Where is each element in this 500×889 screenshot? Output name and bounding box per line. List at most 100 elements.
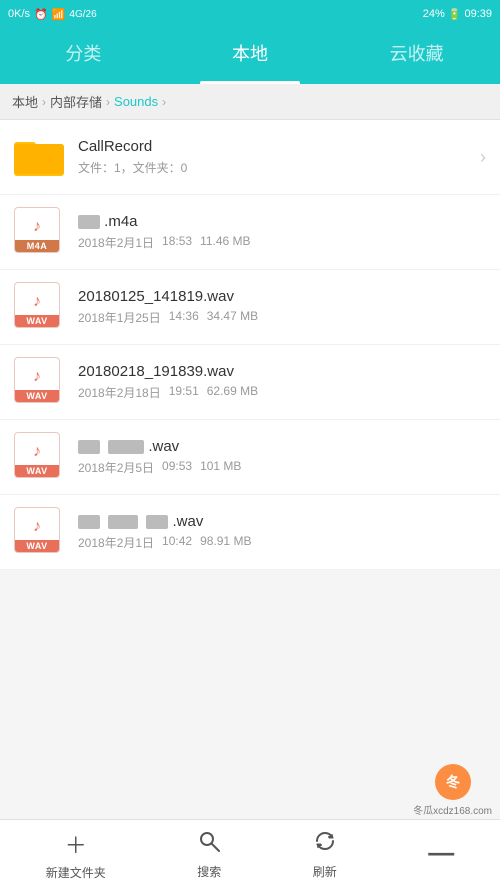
file-meta: 2018年2月5日 09:53 101 MB xyxy=(78,459,486,476)
file-time: 09:53 xyxy=(162,459,192,476)
music-note-icon: ♪ xyxy=(33,294,41,310)
file-date: 2018年2月5日 xyxy=(78,459,154,476)
new-folder-label: 新建文件夹 xyxy=(46,864,106,881)
delete-button[interactable]: — xyxy=(428,837,454,872)
audio-file-icon: ♪ WAV xyxy=(14,432,64,482)
audio-file-icon: ♪ WAV xyxy=(14,282,64,332)
tab-bendi-label: 本地 xyxy=(232,40,268,66)
file-extension: .m4a xyxy=(104,213,137,230)
file-meta: 2018年2月1日 18:53 11.46 MB xyxy=(78,234,486,251)
bottom-nav: ＋ 新建文件夹 搜索 刷新 — xyxy=(0,819,500,889)
search-label: 搜索 xyxy=(197,863,221,880)
file-time: 10:42 xyxy=(162,534,192,551)
list-item[interactable]: ♪ WAV .wav 2018年2月1日 10:42 98.91 MB xyxy=(0,495,500,570)
plus-icon: ＋ xyxy=(65,828,87,860)
svg-text:冬: 冬 xyxy=(446,774,460,790)
file-meta: 2018年1月25日 14:36 34.47 MB xyxy=(78,309,486,326)
file-size: 101 MB xyxy=(200,459,241,476)
list-item[interactable]: CallRecord 文件：1，文件夹：0 › xyxy=(0,120,500,195)
blurred-name-1 xyxy=(78,515,100,529)
status-battery: 24% xyxy=(423,8,445,20)
file-size: 98.91 MB xyxy=(200,534,251,551)
status-right: 24% 🔋 09:39 xyxy=(423,8,492,21)
blurred-name-3 xyxy=(146,515,168,529)
ext-label: M4A xyxy=(15,240,59,252)
blurred-name-2 xyxy=(108,515,138,529)
blurred-name-1 xyxy=(78,440,100,454)
file-name: CallRecord xyxy=(78,138,480,155)
file-date: 2018年2月1日 xyxy=(78,534,154,551)
file-date: 2018年2月1日 xyxy=(78,234,154,251)
file-info: CallRecord 文件：1，文件夹：0 xyxy=(78,138,480,176)
breadcrumb-sep-3: › xyxy=(162,95,166,109)
tab-yunShouCang-label: 云收藏 xyxy=(390,40,444,66)
file-meta: 2018年2月1日 10:42 98.91 MB xyxy=(78,534,486,551)
status-time: 09:39 xyxy=(464,8,492,20)
search-icon xyxy=(197,829,221,859)
ext-label: WAV xyxy=(15,465,59,477)
status-wifi-icon: 📶 xyxy=(52,8,66,21)
file-date: 2018年1月25日 xyxy=(78,309,161,326)
file-name: .m4a xyxy=(78,213,486,230)
file-extension: .wav xyxy=(148,438,179,455)
refresh-label: 刷新 xyxy=(313,863,337,880)
list-item[interactable]: ♪ WAV 20180218_191839.wav 2018年2月18日 19:… xyxy=(0,345,500,420)
tab-bar: 分类 本地 云收藏 xyxy=(0,28,500,84)
status-signal-text: 4G/26 xyxy=(69,9,96,20)
list-item[interactable]: ♪ WAV 20180125_141819.wav 2018年1月25日 14:… xyxy=(0,270,500,345)
refresh-button[interactable]: 刷新 xyxy=(313,829,337,880)
music-note-icon: ♪ xyxy=(33,369,41,385)
breadcrumb-internal[interactable]: 内部存储 xyxy=(50,92,102,111)
ext-label: WAV xyxy=(15,390,59,402)
status-battery-icon: 🔋 xyxy=(448,8,462,21)
tab-fenLei-label: 分类 xyxy=(65,40,101,66)
file-size: 62.69 MB xyxy=(207,384,258,401)
file-size: 34.47 MB xyxy=(207,309,258,326)
blurred-name-2 xyxy=(108,440,144,454)
list-item[interactable]: ♪ M4A .m4a 2018年2月1日 18:53 11.46 MB xyxy=(0,195,500,270)
tab-yunShouCang[interactable]: 云收藏 xyxy=(333,28,500,84)
breadcrumb-home[interactable]: 本地 xyxy=(12,92,38,111)
new-folder-button[interactable]: ＋ 新建文件夹 xyxy=(46,828,106,881)
file-info: 20180125_141819.wav 2018年1月25日 14:36 34.… xyxy=(78,288,486,326)
audio-file-icon: ♪ M4A xyxy=(14,207,64,257)
content-area: CallRecord 文件：1，文件夹：0 › ♪ M4A .m4a 2018年… xyxy=(0,120,500,819)
ext-label: WAV xyxy=(15,540,59,552)
delete-icon: — xyxy=(428,837,454,868)
breadcrumb: 本地 › 内部存储 › Sounds › xyxy=(0,84,500,120)
file-info: 20180218_191839.wav 2018年2月18日 19:51 62.… xyxy=(78,363,486,401)
list-item[interactable]: ♪ WAV .wav 2018年2月5日 09:53 101 MB xyxy=(0,420,500,495)
blurred-name xyxy=(78,215,100,229)
breadcrumb-sep-2: › xyxy=(106,95,110,109)
status-bar: 0K/s ⏰ 📶 4G/26 24% 🔋 09:39 xyxy=(0,0,500,28)
file-time: 19:51 xyxy=(169,384,199,401)
chevron-right-icon: › xyxy=(480,147,486,168)
file-list: CallRecord 文件：1，文件夹：0 › ♪ M4A .m4a 2018年… xyxy=(0,120,500,570)
file-name: 20180125_141819.wav xyxy=(78,288,486,305)
file-info: .wav 2018年2月5日 09:53 101 MB xyxy=(78,438,486,476)
file-meta: 2018年2月18日 19:51 62.69 MB xyxy=(78,384,486,401)
file-name: .wav xyxy=(78,513,486,530)
tab-bendi[interactable]: 本地 xyxy=(167,28,334,84)
file-name: 20180218_191839.wav xyxy=(78,363,486,380)
folder-icon xyxy=(14,132,64,182)
status-left: 0K/s ⏰ 📶 4G/26 xyxy=(8,8,97,21)
status-alarm-icon: ⏰ xyxy=(34,8,48,21)
breadcrumb-sep-1: › xyxy=(42,95,46,109)
folder-meta: 文件：1，文件夹：0 xyxy=(78,159,480,176)
tab-fenLei[interactable]: 分类 xyxy=(0,28,167,84)
watermark: 冬 冬瓜xcdz168.com xyxy=(413,762,492,817)
breadcrumb-sounds[interactable]: Sounds xyxy=(114,94,158,109)
file-time: 18:53 xyxy=(162,234,192,251)
watermark-text: 冬瓜xcdz168.com xyxy=(413,802,492,817)
search-button[interactable]: 搜索 xyxy=(197,829,221,880)
refresh-icon xyxy=(313,829,337,859)
status-speed: 0K/s xyxy=(8,8,30,20)
file-name: .wav xyxy=(78,438,486,455)
music-note-icon: ♪ xyxy=(33,519,41,535)
file-date: 2018年2月18日 xyxy=(78,384,161,401)
file-extension: .wav xyxy=(173,513,204,530)
file-info: .wav 2018年2月1日 10:42 98.91 MB xyxy=(78,513,486,551)
music-note-icon: ♪ xyxy=(33,219,41,235)
audio-file-icon: ♪ WAV xyxy=(14,357,64,407)
